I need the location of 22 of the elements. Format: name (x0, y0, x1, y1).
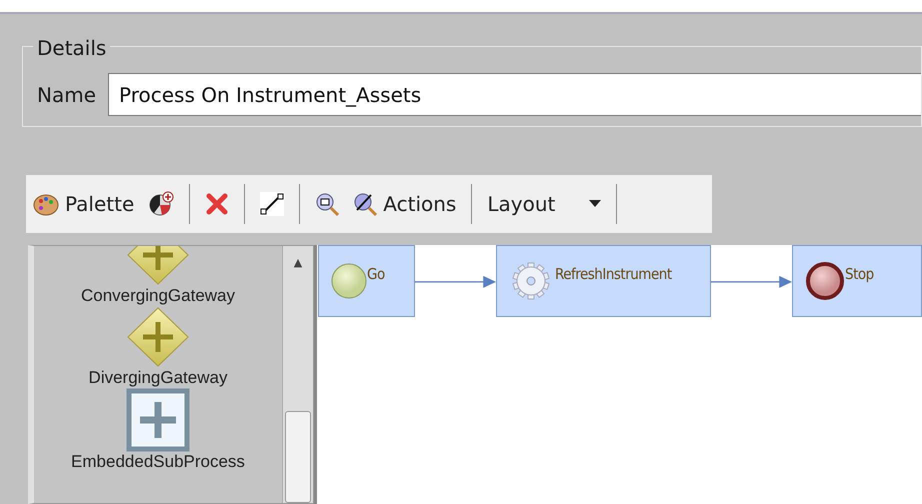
palette-label[interactable]: EmbeddedSubProcess (71, 452, 245, 472)
palette-label[interactable]: ConvergingGateway (80, 286, 236, 306)
palette-button[interactable]: Palette (30, 189, 138, 219)
layout-dropdown[interactable]: Layout (484, 190, 604, 218)
edit-icon (353, 192, 378, 216)
scrollbar[interactable]: ▲ (282, 246, 313, 503)
field-label: Name (37, 82, 96, 106)
gateway-icon[interactable] (126, 306, 190, 368)
name-field[interactable]: Process On Instrument_Assets (108, 73, 921, 116)
scroll-up-arrow[interactable]: ▲ (294, 256, 302, 269)
event-node[interactable]: Stop (792, 245, 922, 317)
caret-icon (589, 200, 602, 208)
zoom-icon[interactable] (315, 192, 340, 216)
palette-label[interactable]: DivergingGateway (88, 368, 228, 388)
delete-icon[interactable] (205, 192, 230, 216)
task-node[interactable]: RefreshInstrument (496, 245, 711, 317)
event-node[interactable]: Go (318, 245, 415, 317)
end-event-icon (805, 261, 845, 301)
add-icon[interactable] (148, 191, 174, 217)
start-event-icon (331, 263, 367, 299)
actions-button[interactable]: Actions (350, 190, 460, 218)
subprocess-icon[interactable] (126, 388, 190, 452)
